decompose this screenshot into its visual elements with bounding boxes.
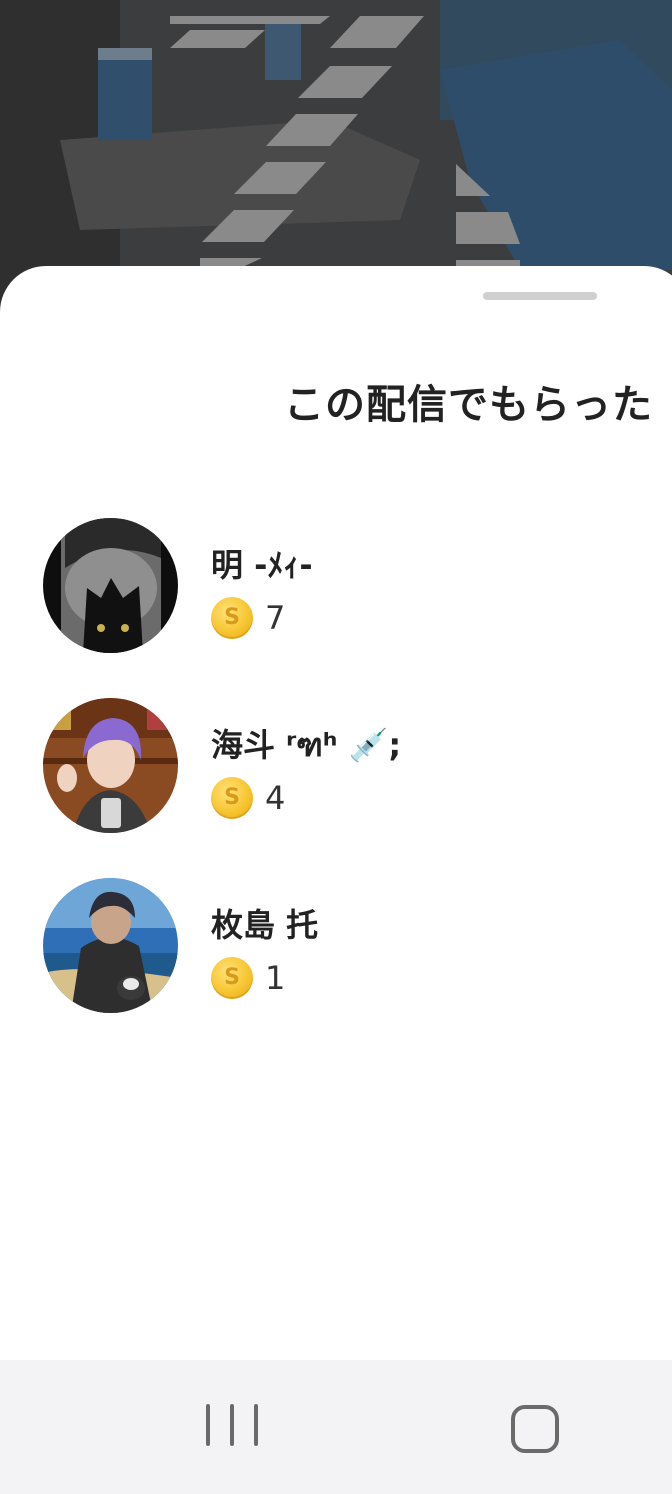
coin-icon: S <box>211 957 253 999</box>
gifter-name: 海斗 ʳฑʰ 💉; <box>211 726 402 764</box>
recents-icon[interactable] <box>206 1404 258 1450</box>
list-item[interactable]: 明 -ﾒｨ- S 7 <box>0 518 672 698</box>
sheet-title: この配信でもらった <box>284 382 653 428</box>
gift-ranking-sheet: この配信でもらった 明 -ﾒｨ- S 7 海斗 ʳฑʰ 💉; S 4 枚島 托 … <box>0 266 672 1360</box>
system-navigation-bar <box>0 1360 672 1494</box>
gifter-name: 枚島 托 <box>211 906 319 944</box>
coin-count: 1 <box>265 959 286 997</box>
list-item[interactable]: 枚島 托 S 1 <box>0 878 672 1058</box>
avatar[interactable] <box>43 878 178 1013</box>
gift-count: S 1 <box>211 956 285 1000</box>
gift-count: S 4 <box>211 776 285 820</box>
coin-count: 7 <box>265 599 286 637</box>
home-icon[interactable] <box>511 1405 559 1453</box>
list-item[interactable]: 海斗 ʳฑʰ 💉; S 4 <box>0 698 672 878</box>
coin-count: 4 <box>265 779 286 817</box>
gifter-name: 明 -ﾒｨ- <box>211 546 313 584</box>
avatar[interactable] <box>43 698 178 833</box>
coin-icon: S <box>211 597 253 639</box>
coin-icon: S <box>211 777 253 819</box>
gift-count: S 7 <box>211 596 285 640</box>
sheet-drag-handle[interactable] <box>483 292 597 300</box>
avatar[interactable] <box>43 518 178 653</box>
gifter-list: 明 -ﾒｨ- S 7 海斗 ʳฑʰ 💉; S 4 枚島 托 S 1 <box>0 518 672 1058</box>
